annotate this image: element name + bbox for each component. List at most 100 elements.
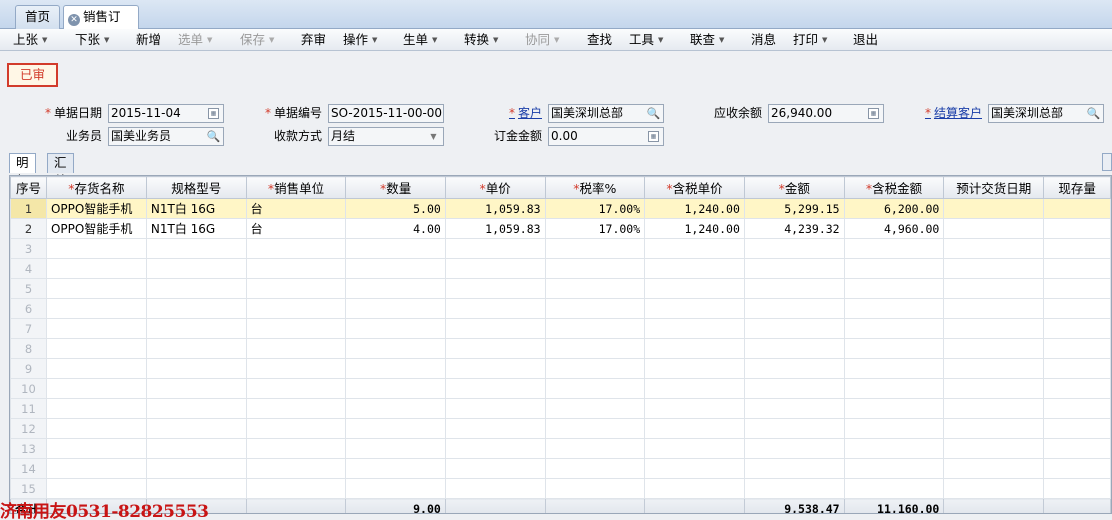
table-cell[interactable] [644, 438, 745, 459]
settle-customer-field[interactable]: 国美深圳总部 🔍 [988, 104, 1104, 123]
table-cell[interactable] [644, 278, 745, 299]
table-cell[interactable] [1043, 478, 1111, 499]
table-cell[interactable] [444, 438, 546, 459]
table-cell[interactable] [145, 278, 247, 299]
table-cell[interactable] [843, 258, 945, 279]
table-cell[interactable] [245, 238, 347, 259]
table-cell[interactable] [345, 418, 446, 439]
calculator-icon[interactable]: ▦ [868, 108, 879, 119]
table-cell[interactable] [245, 398, 347, 419]
table-cell[interactable] [544, 278, 646, 299]
table-cell[interactable] [644, 478, 745, 499]
table-row[interactable]: 3 [10, 238, 1111, 259]
column-header[interactable]: 现存量 [1043, 176, 1111, 199]
table-cell-name[interactable]: OPPO智能手机 [45, 218, 147, 239]
table-cell[interactable] [1043, 458, 1111, 479]
table-cell[interactable] [345, 458, 446, 479]
table-cell[interactable] [943, 398, 1045, 419]
tab-summary[interactable]: 汇总 [47, 153, 74, 188]
table-cell[interactable] [145, 378, 247, 399]
column-header[interactable]: *金额 [743, 176, 845, 199]
table-cell[interactable] [843, 298, 945, 319]
table-row[interactable]: 11 [10, 398, 1111, 419]
table-cell[interactable] [45, 378, 147, 399]
table-cell[interactable] [743, 298, 845, 319]
column-header[interactable]: 预计交货日期 [943, 176, 1045, 199]
table-cell[interactable] [444, 418, 546, 439]
table-row[interactable]: 15 [10, 478, 1111, 499]
table-cell[interactable] [444, 318, 546, 339]
table-cell[interactable] [1043, 318, 1111, 339]
table-cell[interactable] [444, 478, 546, 499]
table-cell[interactable] [145, 298, 247, 319]
table-cell[interactable] [943, 418, 1045, 439]
table-cell[interactable] [544, 458, 646, 479]
table-cell[interactable] [644, 318, 745, 339]
table-row[interactable]: 4 [10, 258, 1111, 279]
toolbar-button-7[interactable]: 生单 ▼ [403, 32, 437, 48]
column-header[interactable]: *销售单位 [245, 176, 347, 199]
table-cell[interactable] [1043, 398, 1111, 419]
table-cell[interactable] [843, 458, 945, 479]
column-header[interactable]: *税率% [544, 176, 646, 199]
table-cell[interactable] [245, 378, 347, 399]
table-cell[interactable] [843, 338, 945, 359]
table-cell-price[interactable]: 1,059.83 [444, 218, 546, 239]
table-cell[interactable] [644, 378, 745, 399]
table-cell[interactable] [45, 478, 147, 499]
toolbar-button-10[interactable]: 查找 [587, 32, 612, 48]
table-cell[interactable] [743, 258, 845, 279]
column-header[interactable]: *单价 [444, 176, 546, 199]
tab-home[interactable]: 首页 [15, 5, 60, 29]
table-cell[interactable] [644, 358, 745, 379]
toolbar-button-9[interactable]: 协同 ▼ [525, 32, 559, 48]
table-row[interactable]: 5 [10, 278, 1111, 299]
toolbar-button-13[interactable]: 消息 [751, 32, 776, 48]
table-row[interactable]: 10 [10, 378, 1111, 399]
table-cell[interactable] [544, 418, 646, 439]
table-cell[interactable] [943, 238, 1045, 259]
table-cell[interactable] [1043, 338, 1111, 359]
table-cell[interactable] [943, 278, 1045, 299]
table-cell[interactable] [644, 238, 745, 259]
table-cell[interactable] [444, 358, 546, 379]
table-cell[interactable] [245, 358, 347, 379]
table-cell[interactable] [145, 458, 247, 479]
table-cell[interactable] [345, 438, 446, 459]
table-cell[interactable] [444, 378, 546, 399]
search-icon[interactable]: 🔍 [206, 129, 221, 144]
table-cell[interactable] [45, 398, 147, 419]
receivable-field[interactable]: 26,940.00 ▦ [768, 104, 884, 123]
toolbar-button-11[interactable]: 工具 ▼ [629, 32, 663, 48]
table-cell[interactable] [1043, 378, 1111, 399]
table-cell[interactable] [345, 238, 446, 259]
table-cell[interactable] [145, 478, 247, 499]
table-cell[interactable] [45, 418, 147, 439]
table-cell[interactable] [644, 398, 745, 419]
table-cell-tax[interactable]: 17.00% [544, 218, 646, 239]
table-cell-unit[interactable]: 台 [245, 218, 347, 239]
table-cell[interactable] [943, 358, 1045, 379]
search-icon[interactable]: 🔍 [646, 106, 661, 121]
table-cell[interactable] [444, 398, 546, 419]
table-cell[interactable] [45, 438, 147, 459]
table-cell[interactable] [145, 338, 247, 359]
table-cell-price[interactable]: 1,059.83 [444, 198, 546, 219]
table-cell[interactable] [245, 278, 347, 299]
table-cell-tax[interactable]: 17.00% [544, 198, 646, 219]
table-cell[interactable] [145, 438, 247, 459]
table-cell[interactable] [45, 258, 147, 279]
table-cell[interactable] [943, 458, 1045, 479]
table-cell[interactable] [644, 338, 745, 359]
table-cell[interactable] [743, 458, 845, 479]
table-cell[interactable] [45, 278, 147, 299]
table-cell-spec[interactable]: N1T白 16G [145, 198, 247, 219]
table-row[interactable]: 12 [10, 418, 1111, 439]
table-cell[interactable] [345, 318, 446, 339]
table-cell[interactable] [843, 318, 945, 339]
table-cell-seq[interactable]: 2 [10, 218, 47, 239]
table-cell[interactable] [743, 418, 845, 439]
table-cell[interactable] [345, 358, 446, 379]
table-cell[interactable] [843, 418, 945, 439]
table-row[interactable]: 8 [10, 338, 1111, 359]
